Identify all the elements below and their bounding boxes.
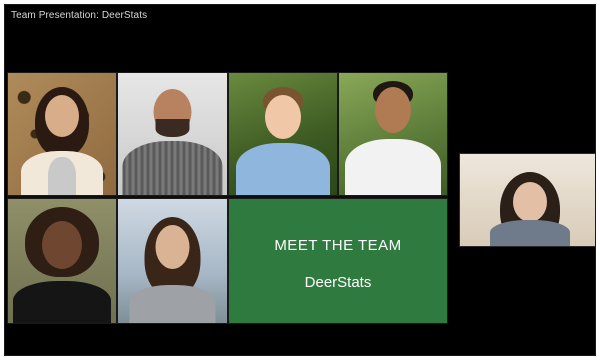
participant-video-5[interactable] [7, 198, 117, 324]
participant-avatar [8, 73, 116, 195]
participant-video-4[interactable] [338, 72, 448, 196]
self-view-avatar [460, 154, 595, 246]
participant-video-1[interactable] [7, 72, 117, 196]
gallery-grid: MEET THE TEAM DeerStats [7, 72, 448, 324]
participant-video-2[interactable] [117, 72, 228, 196]
participant-avatar [339, 73, 447, 195]
slide-subtitle: DeerStats [304, 274, 372, 291]
participant-avatar [118, 199, 227, 323]
meeting-title: Team Presentation: DeerStats [11, 10, 148, 21]
participant-video-6[interactable] [117, 198, 228, 324]
participant-avatar [229, 73, 337, 195]
shared-slide: MEET THE TEAM DeerStats [228, 198, 448, 324]
participant-video-3[interactable] [228, 72, 338, 196]
meeting-window: Team Presentation: DeerStats MEET THE TE… [4, 4, 596, 356]
participant-avatar [8, 199, 116, 323]
participant-avatar [118, 73, 227, 195]
self-view-video[interactable] [459, 153, 595, 247]
slide-title: MEET THE TEAM [274, 237, 402, 254]
